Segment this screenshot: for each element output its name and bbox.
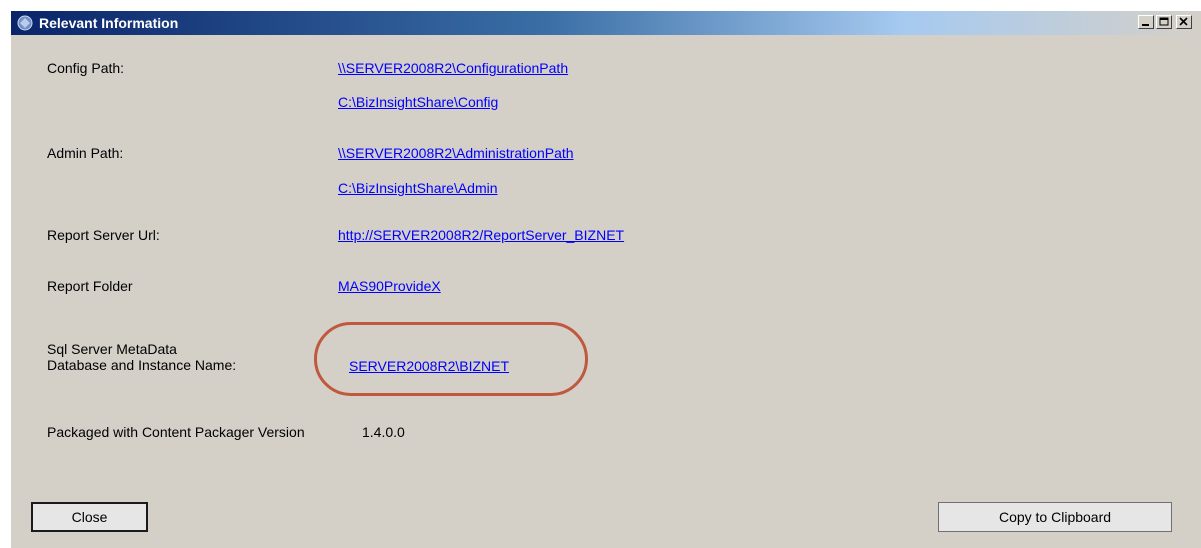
close-button-label: Close bbox=[71, 509, 108, 525]
maximize-icon bbox=[1159, 17, 1169, 26]
report-folder-label: Report Folder bbox=[47, 278, 133, 294]
window-title: Relevant Information bbox=[39, 15, 179, 31]
copy-to-clipboard-button[interactable]: Copy to Clipboard bbox=[938, 502, 1172, 532]
admin-path-unc-link[interactable]: \\SERVER2008R2\AdministrationPath bbox=[338, 145, 574, 161]
packager-version-value: 1.4.0.0 bbox=[362, 424, 405, 440]
title-bar[interactable]: Relevant Information bbox=[11, 11, 1201, 35]
config-path-label: Config Path: bbox=[47, 60, 125, 76]
minimize-icon bbox=[1142, 24, 1149, 26]
report-server-url-link[interactable]: http://SERVER2008R2/ReportServer_BIZNET bbox=[338, 227, 624, 243]
minimize-button[interactable] bbox=[1138, 15, 1154, 29]
admin-path-local-link[interactable]: C:\BizInsightShare\Admin bbox=[338, 180, 498, 196]
close-icon bbox=[1179, 17, 1188, 26]
report-folder-link[interactable]: MAS90ProvideX bbox=[338, 278, 441, 294]
sql-metadata-label-line1: Sql Server MetaData bbox=[47, 341, 177, 357]
report-server-url-label: Report Server Url: bbox=[47, 227, 160, 243]
close-button[interactable]: Close bbox=[31, 502, 148, 532]
config-path-local-link[interactable]: C:\BizInsightShare\Config bbox=[338, 94, 498, 110]
config-path-unc-link[interactable]: \\SERVER2008R2\ConfigurationPath bbox=[338, 60, 568, 76]
sql-instance-link[interactable]: SERVER2008R2\BIZNET bbox=[349, 358, 509, 374]
relevant-information-window: Relevant Information Config Path: \\SERV… bbox=[10, 10, 1201, 548]
packager-version-label: Packaged with Content Packager Version bbox=[47, 424, 305, 440]
app-icon bbox=[16, 14, 34, 32]
admin-path-label: Admin Path: bbox=[47, 145, 124, 161]
copy-to-clipboard-label: Copy to Clipboard bbox=[998, 509, 1112, 525]
close-window-button[interactable] bbox=[1176, 15, 1192, 29]
sql-metadata-label-line2: Database and Instance Name: bbox=[47, 357, 237, 373]
maximize-button[interactable] bbox=[1156, 15, 1172, 29]
